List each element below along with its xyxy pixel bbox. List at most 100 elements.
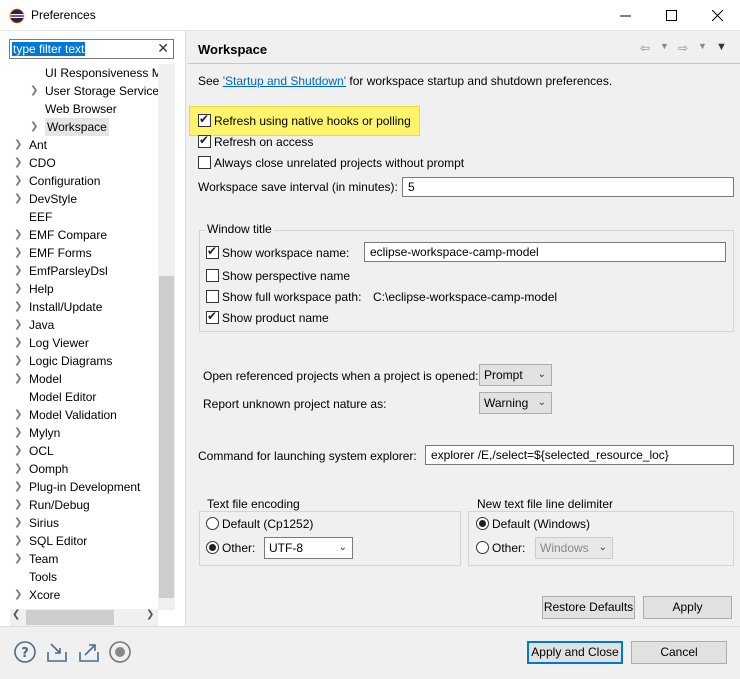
- footer-separator: [0, 626, 740, 627]
- chevron-right-icon[interactable]: ❯: [14, 550, 24, 568]
- chevron-right-icon[interactable]: ❯: [30, 82, 40, 100]
- minimize-button[interactable]: [602, 0, 648, 31]
- delimiter-default-label: Default (Windows): [492, 517, 591, 531]
- tree-item-label: Model Validation: [29, 408, 117, 422]
- tree-item-label: Java: [29, 318, 55, 332]
- report-nature-select[interactable]: Warning ⌄: [479, 392, 552, 414]
- chevron-right-icon[interactable]: ❯: [14, 280, 24, 298]
- refresh-access-checkbox[interactable]: [198, 133, 211, 148]
- tree-item-label: Xcore: [29, 588, 61, 602]
- startup-info-text: See 'Startup and Shutdown' for workspace…: [198, 74, 612, 88]
- always-close-label: Always close unrelated projects without …: [214, 156, 465, 170]
- apply-button[interactable]: Apply: [643, 596, 732, 619]
- page-title: Workspace: [198, 42, 268, 57]
- chevron-right-icon[interactable]: ❯: [14, 298, 24, 316]
- chevron-right-icon[interactable]: ❯: [14, 352, 24, 370]
- title-bar: Preferences: [0, 0, 740, 31]
- always-close-checkbox[interactable]: [198, 156, 211, 169]
- chevron-right-icon[interactable]: ❯: [14, 190, 24, 208]
- delimiter-default-radio[interactable]: [476, 517, 489, 530]
- chevron-right-icon[interactable]: ❯: [14, 316, 24, 334]
- chevron-down-icon: ⌄: [598, 542, 607, 553]
- chevron-right-icon[interactable]: ❯: [14, 424, 24, 442]
- forward-menu-icon[interactable]: ▼: [698, 41, 707, 51]
- chevron-right-icon[interactable]: ❯: [14, 460, 24, 478]
- header-separator: [188, 63, 740, 64]
- encoding-default-radio[interactable]: [206, 517, 219, 530]
- close-button[interactable]: [694, 0, 740, 31]
- export-icon[interactable]: [77, 640, 101, 664]
- open-referenced-select[interactable]: Prompt ⌄: [479, 364, 552, 386]
- import-icon[interactable]: [45, 640, 69, 664]
- chevron-right-icon[interactable]: ❯: [14, 406, 24, 424]
- chevron-right-icon[interactable]: ❯: [14, 172, 24, 190]
- chevron-right-icon[interactable]: ❯: [14, 136, 24, 154]
- tree-item-label: EMF Compare: [29, 228, 108, 242]
- startup-shutdown-link[interactable]: 'Startup and Shutdown': [223, 74, 346, 88]
- horizontal-scroll-thumb[interactable]: [26, 610, 114, 625]
- chevron-right-icon[interactable]: ❯: [30, 118, 40, 136]
- chevron-right-icon[interactable]: ❯: [14, 154, 24, 172]
- show-perspective-checkbox[interactable]: [206, 269, 219, 282]
- tree-item-label: Tools: [29, 570, 58, 584]
- show-workspace-name-checkbox[interactable]: [206, 244, 219, 259]
- show-full-path-checkbox[interactable]: [206, 290, 219, 303]
- restore-defaults-button[interactable]: Restore Defaults: [542, 596, 635, 619]
- chevron-right-icon[interactable]: ❯: [14, 262, 24, 280]
- view-menu-icon[interactable]: ▼: [716, 41, 727, 53]
- show-full-path-label: Show full workspace path:: [222, 290, 362, 304]
- report-nature-value: Warning: [484, 396, 529, 410]
- tree-item-label: DevStyle: [29, 192, 78, 206]
- show-perspective-label: Show perspective name: [222, 269, 351, 283]
- minimize-icon: [619, 15, 631, 17]
- workspace-name-input[interactable]: eclipse-workspace-camp-model: [364, 242, 726, 262]
- refresh-access-label: Refresh on access: [214, 135, 314, 149]
- show-product-checkbox[interactable]: [206, 309, 219, 324]
- filter-input[interactable]: type filter text ✕: [9, 39, 174, 59]
- clear-filter-icon[interactable]: ✕: [157, 40, 169, 57]
- cancel-button[interactable]: Cancel: [631, 641, 727, 664]
- tree-item-label: Configuration: [29, 174, 101, 188]
- system-explorer-input[interactable]: explorer /E,/select=${selected_resource_…: [425, 445, 734, 465]
- chevron-right-icon[interactable]: ❯: [14, 370, 24, 388]
- back-icon[interactable]: ⇦: [640, 41, 650, 55]
- encoding-default-label: Default (Cp1252): [222, 517, 314, 531]
- chevron-right-icon[interactable]: ❯: [14, 514, 24, 532]
- chevron-right-icon[interactable]: ❯: [14, 334, 24, 352]
- system-explorer-label: Command for launching system explorer:: [198, 449, 417, 463]
- delimiter-select[interactable]: Windows ⌄: [535, 537, 613, 559]
- chevron-right-icon[interactable]: ❯: [14, 496, 24, 514]
- scroll-left-icon[interactable]: ❮: [12, 609, 20, 620]
- help-icon[interactable]: ?: [13, 640, 37, 664]
- chevron-right-icon[interactable]: ❯: [14, 586, 24, 604]
- vertical-scroll-thumb[interactable]: [159, 276, 174, 598]
- maximize-button[interactable]: [648, 0, 694, 31]
- chevron-right-icon[interactable]: ❯: [14, 442, 24, 460]
- chevron-right-icon[interactable]: ❯: [14, 226, 24, 244]
- open-referenced-value: Prompt: [484, 368, 523, 382]
- apply-and-close-button[interactable]: Apply and Close: [527, 641, 623, 664]
- back-menu-icon[interactable]: ▼: [660, 41, 669, 51]
- chevron-right-icon[interactable]: ❯: [14, 478, 24, 496]
- text-encoding-group-label: Text file encoding: [205, 497, 302, 511]
- tree-item-label: Web Browser: [45, 102, 117, 116]
- see-suffix: for workspace startup and shutdown prefe…: [346, 74, 613, 88]
- tree-item-label: Model: [29, 372, 62, 386]
- chevron-right-icon[interactable]: ❯: [14, 244, 24, 262]
- save-interval-input[interactable]: 5: [402, 177, 734, 197]
- refresh-native-checkbox[interactable]: [198, 112, 211, 127]
- tree-vertical-scrollbar[interactable]: [158, 64, 175, 610]
- chevron-right-icon[interactable]: ❯: [14, 532, 24, 550]
- record-icon[interactable]: [108, 640, 132, 664]
- save-interval-label: Workspace save interval (in minutes):: [198, 180, 398, 194]
- open-referenced-label: Open referenced projects when a project …: [203, 369, 479, 383]
- tree-item-label: Help: [29, 282, 54, 296]
- forward-icon[interactable]: ⇨: [678, 41, 688, 55]
- delimiter-other-radio[interactable]: [476, 541, 489, 554]
- encoding-select[interactable]: UTF-8 ⌄: [264, 537, 353, 559]
- scroll-right-icon[interactable]: ❯: [146, 609, 154, 620]
- tree-horizontal-scrollbar[interactable]: ❮ ❯: [10, 609, 158, 626]
- tree-item-label: Install/Update: [29, 300, 103, 314]
- filter-text: type filter text: [12, 42, 86, 56]
- encoding-other-radio[interactable]: [206, 541, 219, 554]
